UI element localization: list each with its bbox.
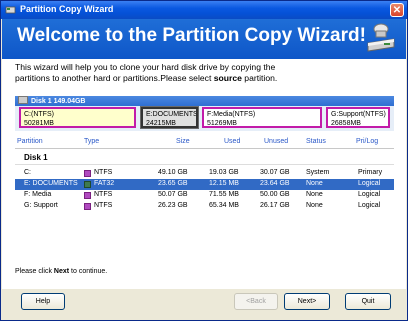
cell-type: NTFS	[94, 169, 113, 176]
disk-bar[interactable]: Disk 1 149.04GB	[15, 96, 394, 106]
table-row[interactable]: C: NTFS 49.10 GB 19.03 GB 30.07 GB Syste…	[15, 168, 394, 179]
close-button[interactable]: ✕	[390, 3, 404, 17]
cell-unused: 23.64 GB	[260, 180, 290, 187]
cell-status: None	[306, 191, 323, 198]
partition-box-f[interactable]: F:Media(NTFS) 51269MB	[202, 107, 322, 128]
partition-box-g[interactable]: G:Support(NTFS) 26858MB	[326, 107, 390, 128]
cell-prilog: Primary	[358, 169, 383, 176]
wizard-content: This wizard will help you to clone your …	[2, 59, 406, 289]
quit-button[interactable]: Quit	[345, 293, 391, 310]
intro-source-word: source	[213, 73, 242, 83]
disk-bar-label: Disk 1 149.04GB	[31, 98, 86, 105]
col-type[interactable]: Type	[84, 138, 99, 145]
cell-partition: C:	[24, 169, 31, 176]
cell-prilog: Logical	[358, 191, 381, 198]
wizard-window: Partition Copy Wizard ✕ Welcome to the P…	[0, 0, 408, 321]
partition-box-name: E:DOCUMENTS(...	[146, 111, 198, 118]
divider	[15, 164, 394, 165]
hard-disk-icon	[367, 23, 395, 52]
cell-size: 50.07 GB	[158, 191, 188, 198]
cell-unused: 50.00 GB	[260, 191, 290, 198]
intro-line-2: partitions to another hard or partitions…	[15, 73, 400, 84]
filesystem-icon	[84, 170, 91, 177]
disk-icon	[5, 6, 16, 14]
continue-hint: Please click Next to continue.	[15, 268, 107, 275]
title-bar[interactable]: Partition Copy Wizard ✕	[1, 1, 407, 19]
cell-size: 26.23 GB	[158, 202, 188, 209]
partition-list-header: Partition Type Size Used Unused Status P…	[15, 136, 394, 149]
cell-size: 23.65 GB	[158, 180, 188, 187]
partition-box-name: C:(NTFS)	[24, 111, 54, 118]
cell-used: 65.34 MB	[209, 202, 239, 209]
partition-box-name: F:Media(NTFS)	[207, 111, 256, 118]
partition-box-size: 51269MB	[207, 120, 237, 127]
help-button[interactable]: Help	[21, 293, 65, 310]
col-size[interactable]: Size	[176, 138, 190, 145]
partition-box-name: G:Support(NTFS)	[331, 111, 386, 118]
cell-size: 49.10 GB	[158, 169, 188, 176]
col-partition[interactable]: Partition	[17, 138, 43, 145]
cell-status: None	[306, 180, 323, 187]
hint-pre: Please click	[15, 268, 54, 275]
partition-box-size: 24215MB	[146, 120, 176, 127]
partition-box-size: 50281MB	[24, 120, 54, 127]
cell-type: NTFS	[94, 202, 113, 209]
cell-status: System	[306, 169, 330, 176]
back-button[interactable]: <Back	[234, 293, 278, 310]
cell-status: None	[306, 202, 323, 209]
partition-box-e[interactable]: E:DOCUMENTS(... 24215MB	[140, 106, 199, 129]
cell-used: 12.15 MB	[209, 180, 239, 187]
intro-text-part: partitions to another hard or partitions…	[15, 73, 214, 83]
cell-unused: 30.07 GB	[260, 169, 290, 176]
hint-post: to continue.	[69, 268, 108, 275]
filesystem-icon	[84, 192, 91, 199]
intro-line-1: This wizard will help you to clone your …	[15, 62, 276, 72]
intro-text-end: partition.	[241, 73, 278, 83]
table-row[interactable]: E: DOCUMENTS FAT32 23.65 GB 12.15 MB 23.…	[15, 179, 394, 190]
cell-unused: 26.17 GB	[260, 202, 290, 209]
col-used[interactable]: Used	[224, 138, 240, 145]
cell-used: 71.55 MB	[209, 191, 239, 198]
intro-text: This wizard will help you to clone your …	[15, 62, 400, 84]
cell-type: NTFS	[94, 191, 113, 198]
cell-prilog: Logical	[358, 202, 381, 209]
cell-type: FAT32	[94, 180, 115, 187]
col-unused[interactable]: Unused	[264, 138, 288, 145]
cell-used: 19.03 GB	[209, 169, 239, 176]
partition-map: C:(NTFS) 50281MB E:DOCUMENTS(... 24215MB…	[15, 106, 394, 131]
next-button[interactable]: Next>	[284, 293, 330, 310]
cell-partition: E: DOCUMENTS	[24, 180, 78, 187]
cell-prilog: Logical	[358, 180, 381, 187]
disk-small-icon	[18, 96, 28, 104]
col-status[interactable]: Status	[306, 138, 326, 145]
partition-box-size: 26858MB	[331, 120, 361, 127]
filesystem-icon	[84, 181, 91, 188]
banner-title: Welcome to the Partition Copy Wizard!	[17, 25, 366, 46]
cell-partition: G: Support	[24, 202, 58, 209]
table-row[interactable]: G: Support NTFS 26.23 GB 65.34 MB 26.17 …	[15, 201, 394, 212]
cell-partition: F: Media	[24, 191, 52, 198]
col-prilog[interactable]: Pri/Log	[356, 138, 378, 145]
window-title: Partition Copy Wizard	[20, 4, 114, 14]
filesystem-icon	[84, 203, 91, 210]
hint-next-word: Next	[53, 268, 70, 275]
partition-box-c[interactable]: C:(NTFS) 50281MB	[19, 107, 136, 128]
disk-group-label: Disk 1	[24, 153, 48, 162]
wizard-banner: Welcome to the Partition Copy Wizard!	[2, 19, 406, 59]
table-row[interactable]: F: Media NTFS 50.07 GB 71.55 MB 50.00 GB…	[15, 190, 394, 201]
